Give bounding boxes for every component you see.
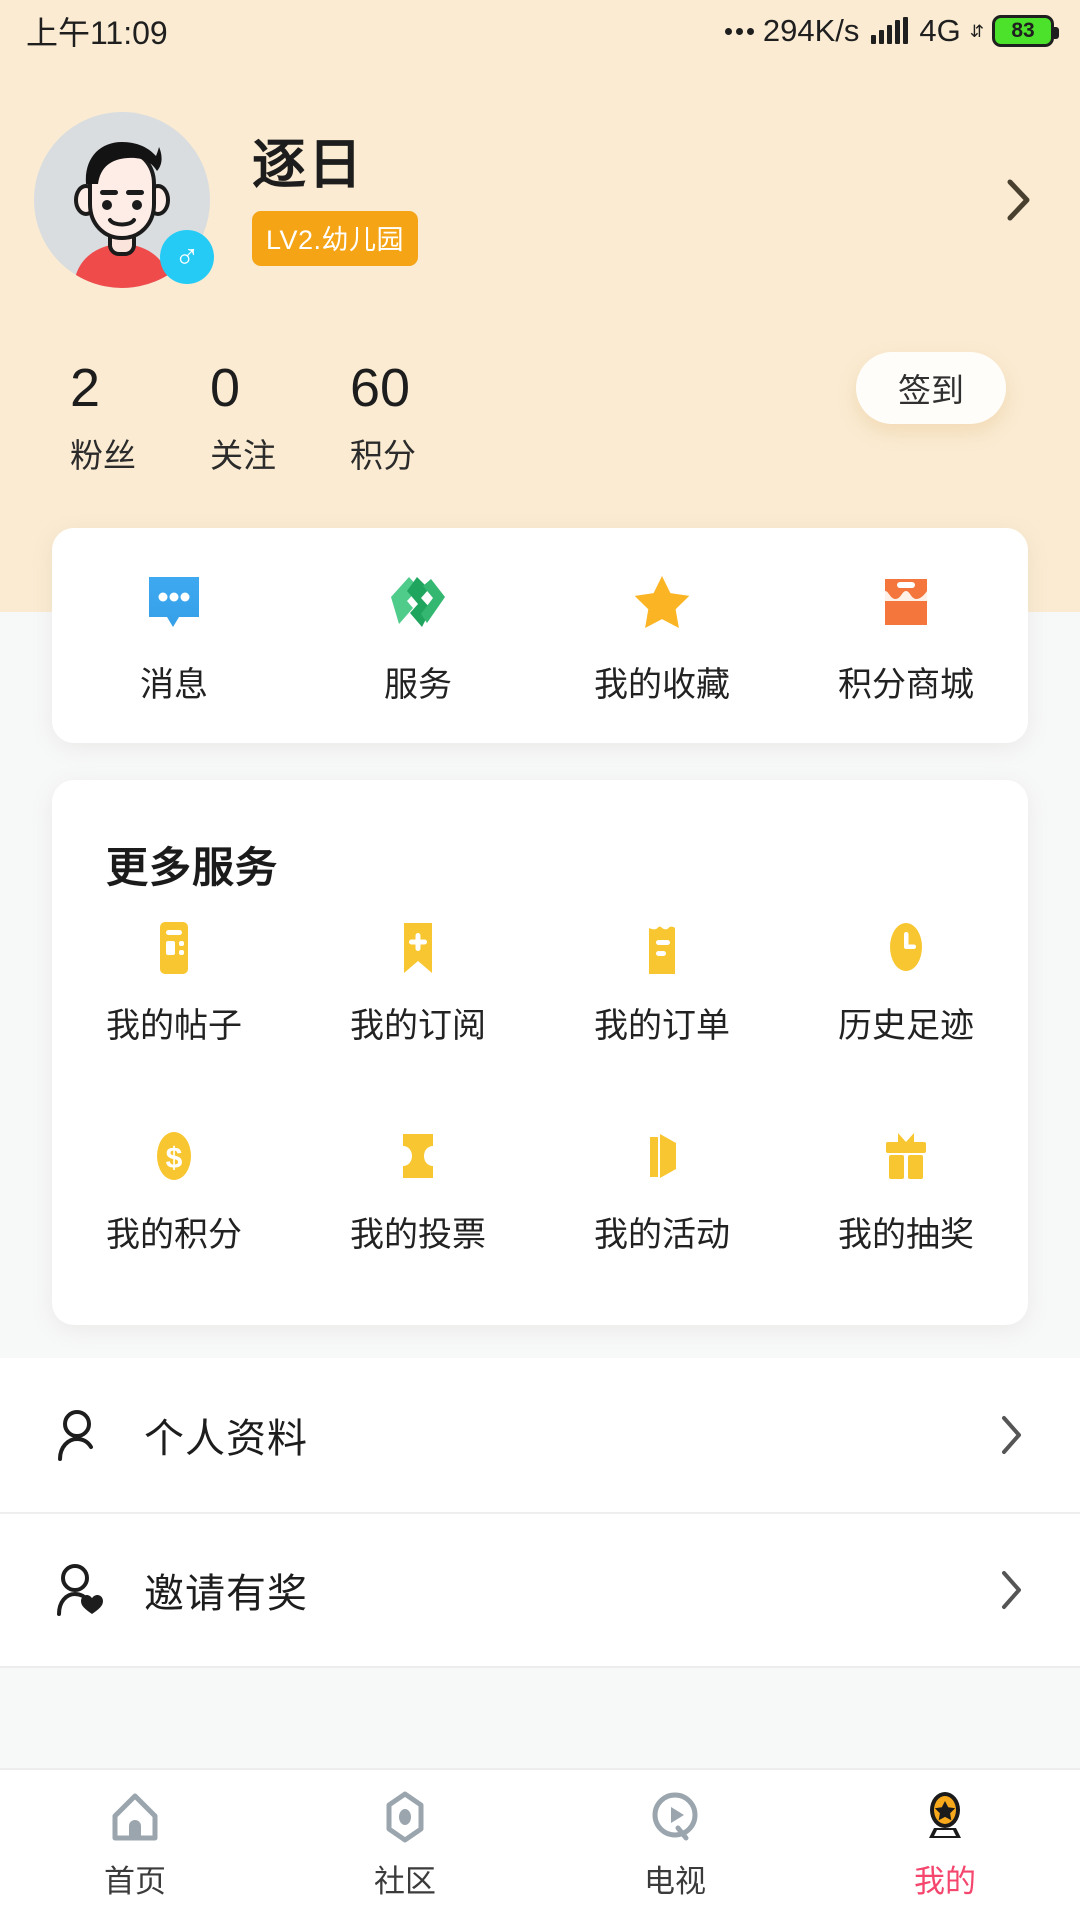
nav-item-home[interactable]: 首页	[0, 1790, 270, 1901]
home-icon	[108, 1790, 162, 1844]
ticket-icon	[390, 1129, 446, 1185]
profile-trophy-icon	[918, 1790, 972, 1844]
service-my-posts[interactable]: 我的帖子	[52, 920, 296, 1047]
quick-action-label: 服务	[384, 666, 452, 704]
stat-value: 2	[70, 358, 101, 418]
service-label: 我的抽奖	[838, 1216, 974, 1254]
nav-item-mine[interactable]: 我的	[810, 1790, 1080, 1901]
service-my-lottery[interactable]: 我的抽奖	[784, 1129, 1028, 1256]
service-label: 历史足迹	[838, 1007, 974, 1045]
nav-label: 首页	[104, 1863, 166, 1899]
services-row-1: 我的帖子 我的订阅 我的订单 历史足迹	[52, 920, 1028, 1047]
quick-action-label: 我的收藏	[594, 666, 730, 704]
quick-action-messages[interactable]: 消息	[52, 571, 296, 706]
gender-male-icon: ♂	[160, 230, 214, 284]
megaphone-icon	[634, 1129, 690, 1185]
nav-label: 电视	[644, 1863, 706, 1899]
battery-level-text: 83	[1011, 19, 1035, 42]
order-icon	[634, 920, 690, 976]
posts-icon	[146, 920, 202, 976]
list-bottom-divider	[0, 1666, 1080, 1668]
community-icon	[378, 1790, 432, 1844]
quick-actions-row: 消息 服务 我的收藏 积分商城	[52, 528, 1028, 743]
status-indicators: 294K/s 4G ⇵ 83	[724, 13, 1059, 49]
service-label: 我的投票	[350, 1216, 486, 1254]
service-my-subscriptions[interactable]: 我的订阅	[296, 920, 540, 1047]
stat-label: 粉丝	[70, 436, 136, 474]
nav-label: 我的	[914, 1863, 976, 1899]
shop-icon	[875, 571, 937, 633]
nav-item-community[interactable]: 社区	[270, 1790, 540, 1901]
message-icon	[143, 571, 205, 633]
star-icon	[631, 571, 693, 633]
list-row-invite[interactable]: 邀请有奖	[0, 1512, 1080, 1666]
chevron-right-icon[interactable]	[1000, 1569, 1024, 1611]
service-my-votes[interactable]: 我的投票	[296, 1129, 540, 1256]
nickname: 逐日	[252, 135, 364, 196]
level-badge[interactable]: LV2.幼儿园	[252, 210, 419, 266]
service-my-orders[interactable]: 我的订单	[540, 920, 784, 1047]
status-time: 上午11:09	[26, 15, 168, 51]
person-icon	[52, 1407, 108, 1463]
quick-action-favorites[interactable]: 我的收藏	[540, 571, 784, 706]
service-history[interactable]: 历史足迹	[784, 920, 1028, 1047]
nav-label: 社区	[374, 1863, 436, 1899]
settings-list: 个人资料 邀请有奖	[0, 1358, 1080, 1668]
clock-icon	[878, 920, 934, 976]
bookmark-plus-icon	[390, 920, 446, 976]
more-services-card: 更多服务 我的帖子 我的订阅 我的订单 历史足迹 $ 我的积分 我的投票 我的活…	[52, 780, 1028, 1325]
stat-points[interactable]: 60 积分	[350, 360, 490, 477]
stats-row: 2 粉丝 0 关注 60 积分 签到	[0, 352, 1080, 474]
data-transfer-icon: ⇵	[969, 21, 984, 41]
signin-button[interactable]: 签到	[856, 352, 1006, 424]
quick-action-points-mall[interactable]: 积分商城	[784, 571, 1028, 706]
gender-symbol: ♂	[174, 238, 200, 276]
list-row-label: 邀请有奖	[144, 1572, 308, 1616]
services-grid: 我的帖子 我的订阅 我的订单 历史足迹 $ 我的积分 我的投票 我的活动 我的抽…	[52, 920, 1028, 1256]
more-services-title: 更多服务	[106, 844, 279, 891]
gift-icon	[878, 1129, 934, 1185]
stat-following[interactable]: 0 关注	[210, 360, 350, 477]
tv-play-icon	[648, 1790, 702, 1844]
stat-label: 关注	[210, 436, 276, 474]
quick-action-services[interactable]: 服务	[296, 571, 540, 706]
net-speed-text: 294K/s	[762, 13, 860, 48]
ellipsis-icon	[724, 27, 754, 35]
avatar-wrapper[interactable]: ♂	[34, 112, 214, 288]
network-type-text: 4G	[919, 13, 961, 48]
handshake-icon	[387, 571, 449, 633]
service-label: 我的活动	[594, 1216, 730, 1254]
profile-info: 逐日 LV2.幼儿园	[252, 134, 419, 266]
service-label: 我的订单	[594, 1007, 730, 1045]
services-row-2: $ 我的积分 我的投票 我的活动 我的抽奖	[52, 1129, 1028, 1256]
stat-value: 0	[210, 358, 241, 418]
battery-icon: 83	[992, 15, 1059, 47]
header-background	[0, 0, 1080, 612]
service-label: 我的积分	[106, 1216, 242, 1254]
service-label: 我的订阅	[350, 1007, 486, 1045]
stat-fans[interactable]: 2 粉丝	[70, 360, 210, 477]
coin-icon: $	[146, 1129, 202, 1185]
service-label: 我的帖子	[106, 1007, 242, 1045]
service-my-activities[interactable]: 我的活动	[540, 1129, 784, 1256]
chevron-right-icon[interactable]	[1006, 178, 1032, 222]
app-screen: 上午11:09 294K/s 4G ⇵ 83 ♂ 逐日 LV2.幼儿园 2 粉丝…	[0, 0, 1080, 1920]
quick-action-label: 消息	[140, 666, 208, 704]
service-my-points[interactable]: $ 我的积分	[52, 1129, 296, 1256]
status-bar: 上午11:09 294K/s 4G ⇵ 83	[0, 0, 1080, 62]
stat-label: 积分	[350, 436, 416, 474]
quick-action-label: 积分商城	[838, 666, 974, 704]
quick-actions-card: 消息 服务 我的收藏 积分商城	[52, 528, 1028, 743]
nav-item-tv[interactable]: 电视	[540, 1790, 810, 1901]
list-row-profile[interactable]: 个人资料	[0, 1358, 1080, 1512]
profile-header[interactable]: ♂ 逐日 LV2.幼儿园	[0, 110, 1080, 290]
stat-value: 60	[350, 358, 411, 418]
person-heart-icon	[52, 1562, 108, 1618]
svg-text:$: $	[166, 1142, 183, 1175]
signal-strength-icon	[871, 17, 909, 44]
bottom-navigation: 首页 社区 电视 我的	[0, 1768, 1080, 1920]
chevron-right-icon[interactable]	[1000, 1414, 1024, 1456]
list-row-label: 个人资料	[144, 1417, 308, 1461]
